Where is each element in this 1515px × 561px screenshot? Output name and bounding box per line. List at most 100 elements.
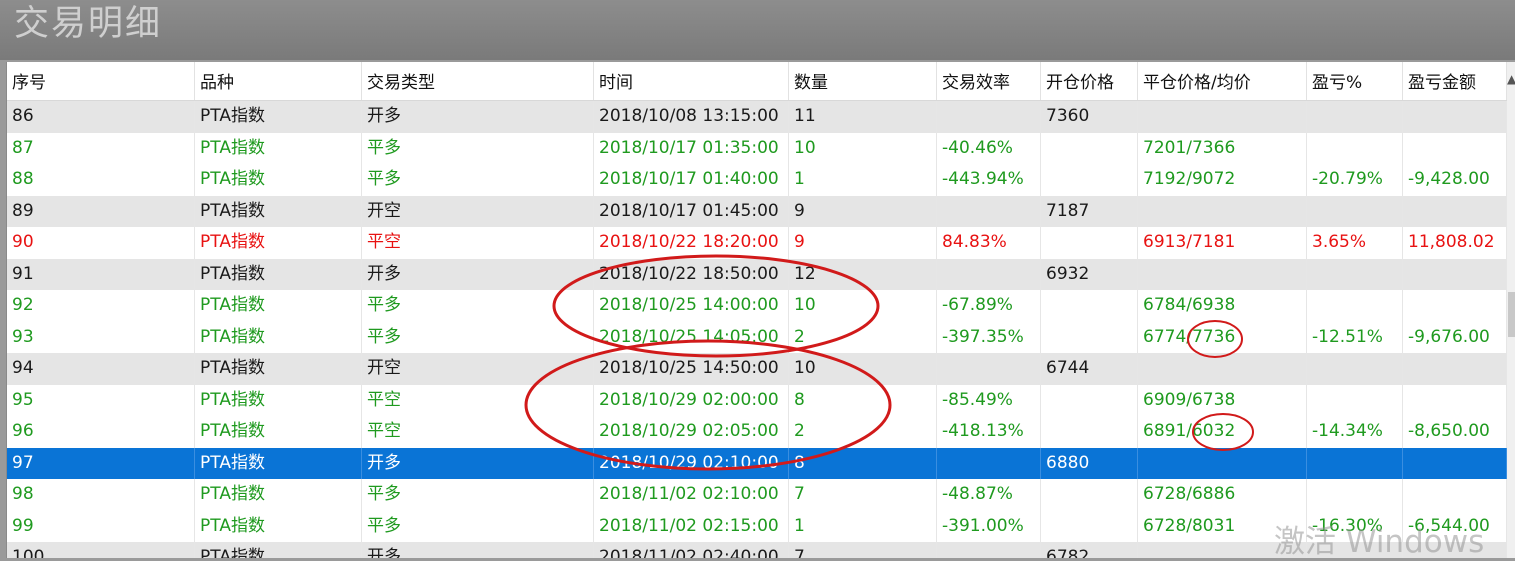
cell-col-open-price — [1041, 384, 1138, 416]
cell-col-efficiency — [937, 258, 1041, 290]
cell-col-open-price — [1041, 479, 1138, 511]
cell-col-pnl-percent — [1307, 290, 1403, 322]
cell-col-trade-type: 开多 — [362, 258, 594, 290]
table-row[interactable]: 97 PTA指数 开多 2018/10/29 02:10:00 8 6880 — [7, 447, 1507, 479]
table-row[interactable]: 95 PTA指数 平空 2018/10/29 02:00:00 8 -85.49% 6909… — [7, 384, 1507, 416]
cell-col-pnl-amount: 11,808.02 — [1403, 227, 1507, 259]
table-row[interactable]: 92 PTA指数 平多 2018/10/25 14:00:00 10 -67.89% 678… — [7, 290, 1507, 322]
cell-col-pnl-percent: 3.65% — [1307, 227, 1403, 259]
cell-col-id: 96 — [7, 416, 195, 448]
table-row[interactable]: 96 PTA指数 平空 2018/10/29 02:05:00 2 -418.13% 689… — [7, 416, 1507, 448]
cell-col-time: 2018/10/17 01:45:00 — [594, 195, 789, 227]
cell-col-pnl-amount — [1403, 195, 1507, 227]
cell-col-trade-type: 平空 — [362, 227, 594, 259]
table-row[interactable]: 90 PTA指数 平空 2018/10/22 18:20:00 9 84.83% 6913/… — [7, 227, 1507, 259]
cell-col-close-price — [1138, 101, 1307, 133]
cell-col-time: 2018/10/22 18:20:00 — [594, 227, 789, 259]
cell-col-pnl-percent — [1307, 258, 1403, 290]
cell-col-quantity: 1 — [789, 510, 937, 542]
header-col-id[interactable]: 序号 — [7, 62, 195, 100]
cell-col-product: PTA指数 — [195, 258, 362, 290]
cell-col-time: 2018/10/25 14:00:00 — [594, 290, 789, 322]
cell-col-open-price: 6880 — [1041, 447, 1138, 479]
cell-col-close-price: 6728/6886 — [1138, 479, 1307, 511]
table-row[interactable]: 93 PTA指数 平多 2018/10/25 14:05:00 2 -397.35% 677… — [7, 321, 1507, 353]
cell-col-quantity: 10 — [789, 290, 937, 322]
activation-watermark: 激活 Windows — [1274, 524, 1485, 560]
cell-col-open-price — [1041, 227, 1138, 259]
cell-col-trade-type: 开多 — [362, 447, 594, 479]
header-col-trade-type[interactable]: 交易类型 — [362, 62, 594, 100]
cell-col-open-price: 6782 — [1041, 542, 1138, 558]
header-col-open-price[interactable]: 开仓价格 — [1041, 62, 1138, 100]
cell-col-quantity: 9 — [789, 195, 937, 227]
cell-col-close-price: 6891/6032 — [1138, 416, 1307, 448]
table-row[interactable]: 86 PTA指数 开多 2018/10/08 13:15:00 11 7360 — [7, 101, 1507, 133]
cell-col-open-price — [1041, 132, 1138, 164]
cell-col-open-price: 7360 — [1041, 101, 1138, 133]
cell-col-time: 2018/10/29 02:05:00 — [594, 416, 789, 448]
header-col-time[interactable]: 时间 — [594, 62, 789, 100]
cell-col-pnl-percent — [1307, 384, 1403, 416]
cell-col-pnl-percent: -14.34% — [1307, 416, 1403, 448]
cell-col-product: PTA指数 — [195, 353, 362, 385]
cell-col-close-price: 7192/9072 — [1138, 164, 1307, 196]
cell-col-pnl-amount — [1403, 353, 1507, 385]
up-arrow-icon[interactable]: ▲ — [1507, 72, 1515, 86]
cell-col-efficiency: -40.46% — [937, 132, 1041, 164]
cell-col-pnl-amount: -9,676.00 — [1403, 321, 1507, 353]
cell-col-quantity: 2 — [789, 321, 937, 353]
header-col-quantity[interactable]: 数量 — [789, 62, 937, 100]
cell-col-trade-type: 平多 — [362, 164, 594, 196]
header-col-pnl-amount[interactable]: 盈亏金额 — [1403, 62, 1507, 100]
cell-col-id: 90 — [7, 227, 195, 259]
title-bar: 交易明细 — [0, 0, 1515, 60]
cell-col-efficiency — [937, 542, 1041, 558]
vertical-scrollbar[interactable]: ▲ — [1507, 62, 1515, 558]
cell-col-id: 88 — [7, 164, 195, 196]
cell-col-id: 87 — [7, 132, 195, 164]
cell-col-efficiency: -397.35% — [937, 321, 1041, 353]
cell-col-close-price — [1138, 258, 1307, 290]
cell-col-close-price — [1138, 195, 1307, 227]
cell-col-open-price — [1041, 321, 1138, 353]
cell-col-product: PTA指数 — [195, 510, 362, 542]
table-row[interactable]: 89 PTA指数 开空 2018/10/17 01:45:00 9 7187 — [7, 195, 1507, 227]
cell-col-id: 95 — [7, 384, 195, 416]
cell-col-close-price — [1138, 353, 1307, 385]
header-col-efficiency[interactable]: 交易效率 — [937, 62, 1041, 100]
header-col-close-price[interactable]: 平仓价格/均价 — [1138, 62, 1307, 100]
cell-col-pnl-amount — [1403, 258, 1507, 290]
table-row[interactable]: 98 PTA指数 平多 2018/11/02 02:10:00 7 -48.87% 6728… — [7, 479, 1507, 511]
cell-col-id: 99 — [7, 510, 195, 542]
table-row[interactable]: 87 PTA指数 平多 2018/10/17 01:35:00 10 -40.46% 720… — [7, 132, 1507, 164]
cell-col-id: 86 — [7, 101, 195, 133]
table-row[interactable]: 88 PTA指数 平多 2018/10/17 01:40:00 1 -443.94% 719… — [7, 164, 1507, 196]
cell-col-trade-type: 开多 — [362, 542, 594, 558]
cell-col-time: 2018/10/25 14:50:00 — [594, 353, 789, 385]
cell-col-open-price: 6744 — [1041, 353, 1138, 385]
table-header: 序号 品种 交易类型 时间 数量 交易效率 开仓价格 平仓价格/均价 盈亏% 盈亏金额 — [7, 62, 1507, 101]
cell-col-product: PTA指数 — [195, 195, 362, 227]
cell-col-trade-type: 开空 — [362, 353, 594, 385]
cell-col-quantity: 2 — [789, 416, 937, 448]
cell-col-efficiency: -85.49% — [937, 384, 1041, 416]
cell-col-pnl-percent: -20.79% — [1307, 164, 1403, 196]
table-row[interactable]: 94 PTA指数 开空 2018/10/25 14:50:00 10 6744 — [7, 353, 1507, 385]
cell-col-product: PTA指数 — [195, 416, 362, 448]
cell-col-open-price: 7187 — [1041, 195, 1138, 227]
header-col-product[interactable]: 品种 — [195, 62, 362, 100]
cell-col-product: PTA指数 — [195, 542, 362, 558]
cell-col-quantity: 1 — [789, 164, 937, 196]
cell-col-quantity: 7 — [789, 542, 937, 558]
header-col-pnl-percent[interactable]: 盈亏% — [1307, 62, 1403, 100]
cell-col-trade-type: 开多 — [362, 101, 594, 133]
cell-col-pnl-amount — [1403, 132, 1507, 164]
table-row[interactable]: 91 PTA指数 开多 2018/10/22 18:50:00 12 6932 — [7, 258, 1507, 290]
cell-col-efficiency: -67.89% — [937, 290, 1041, 322]
cell-col-product: PTA指数 — [195, 164, 362, 196]
cell-col-efficiency: -48.87% — [937, 479, 1041, 511]
scrollbar-thumb[interactable] — [1508, 292, 1515, 337]
cell-col-quantity: 7 — [789, 479, 937, 511]
cell-col-id: 89 — [7, 195, 195, 227]
